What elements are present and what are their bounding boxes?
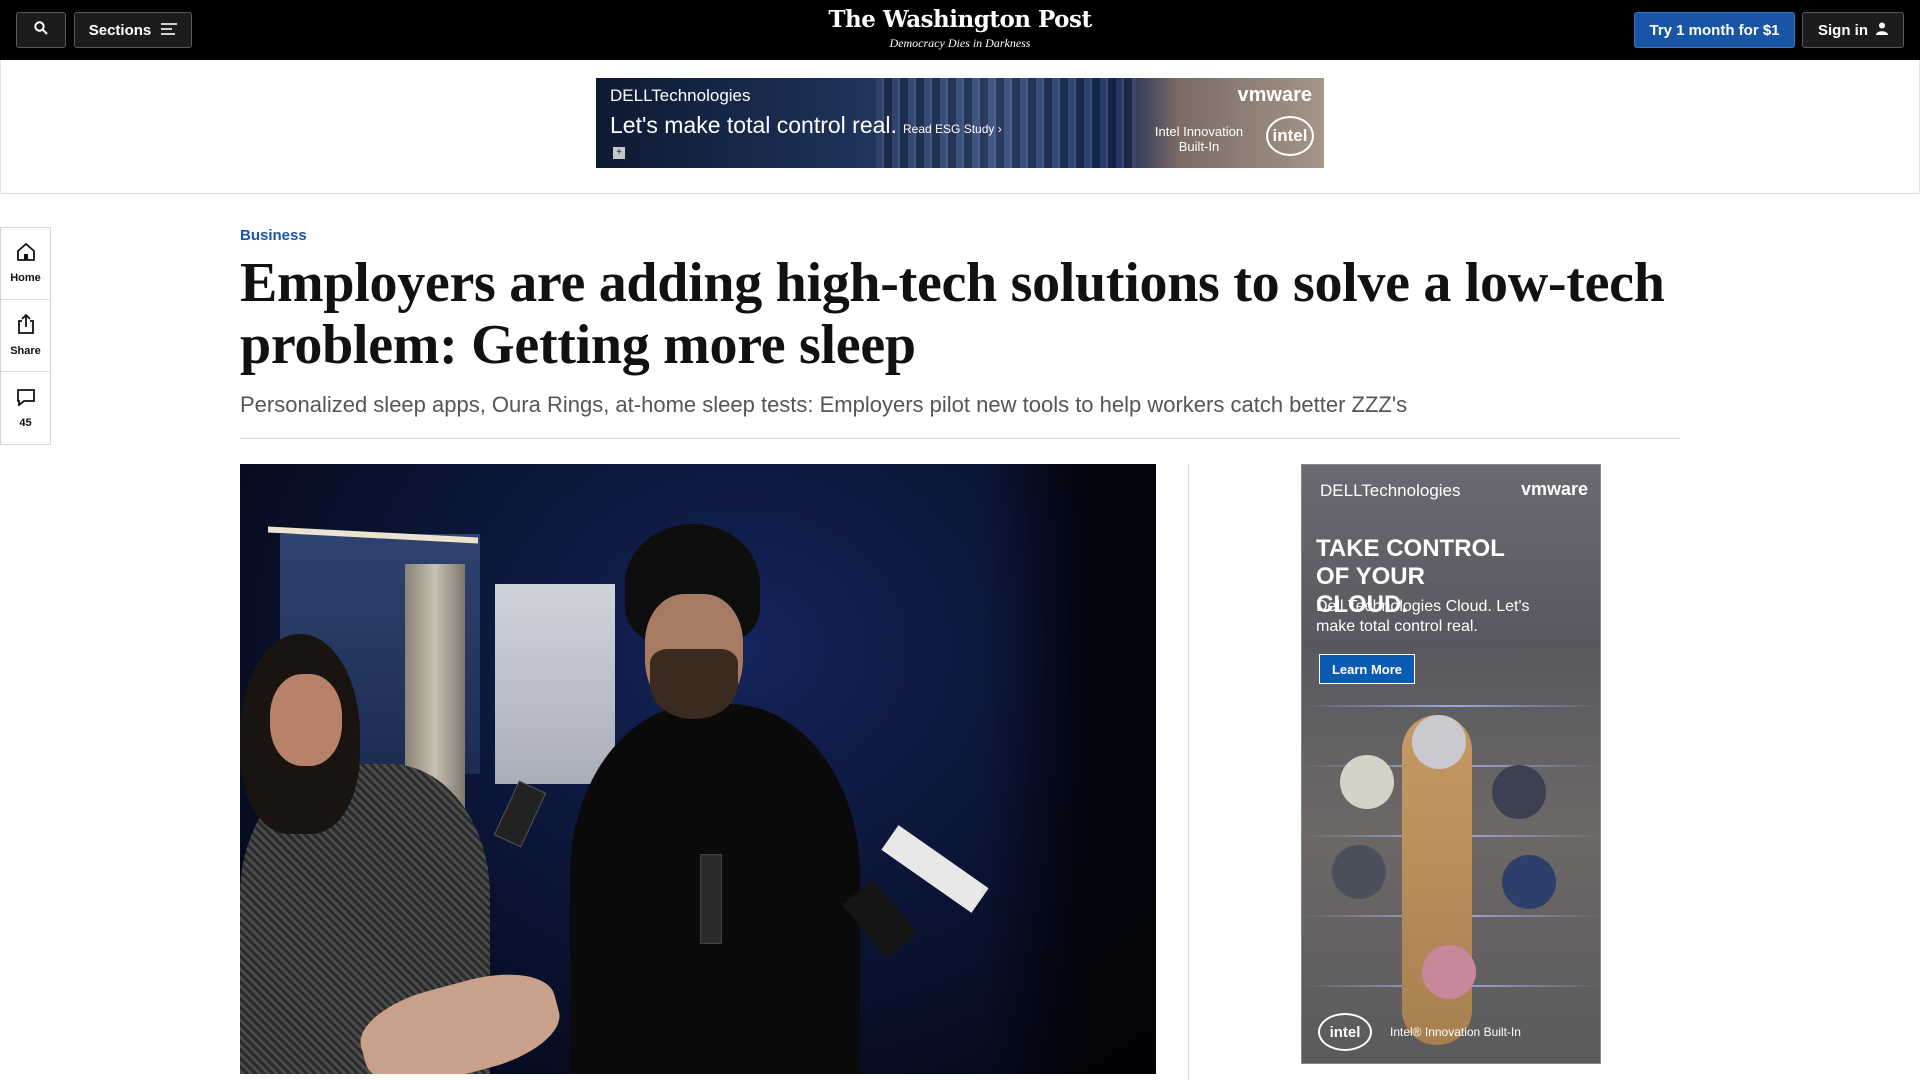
sign-in-label: Sign in [1818, 21, 1868, 39]
learn-more-button[interactable]: Learn More [1319, 654, 1415, 684]
subscribe-button[interactable]: Try 1 month for $1 [1634, 12, 1795, 48]
search-button[interactable] [16, 12, 66, 48]
home-icon [16, 242, 36, 266]
top-banner-ad[interactable]: DELLTechnologies Let's make total contro… [596, 78, 1324, 168]
left-rail: Home Share 45 [0, 227, 51, 445]
ad-cta-link[interactable]: Read ESG Study › [903, 122, 1002, 136]
side-ad-intel-logo: intel [1318, 1013, 1372, 1051]
side-ad[interactable]: DELLTechnologies vmware TAKE CONTROL OF … [1301, 464, 1601, 1064]
top-nav: Sections The Washington Post Democracy D… [0, 0, 1920, 60]
column-divider [1188, 464, 1189, 1080]
search-icon [34, 21, 48, 39]
comment-count: 45 [19, 416, 32, 429]
side-ad-brand: DELLTechnologies [1320, 481, 1461, 500]
ad-partner-logo: vmware [1237, 84, 1313, 106]
tagline: Democracy Dies in Darkness [889, 36, 1031, 50]
section-kicker[interactable]: Business [240, 227, 307, 244]
rail-share-label: Share [10, 345, 41, 357]
side-ad-intel-text: Intel® Innovation Built-In [1390, 1025, 1521, 1039]
sign-in-button[interactable]: Sign in [1802, 12, 1904, 48]
sections-button[interactable]: Sections [74, 12, 192, 48]
rail-comments[interactable]: 45 [1, 372, 50, 444]
article-headline: Employers are adding high-tech solutions… [240, 252, 1665, 376]
rail-share[interactable]: Share [1, 300, 50, 372]
sections-label: Sections [88, 21, 152, 39]
ad-intel-text: Intel Innovation Built-In [1154, 124, 1244, 154]
hero-image [240, 464, 1156, 1074]
intel-logo: intel [1266, 116, 1314, 156]
header-divider [240, 438, 1680, 439]
rail-home-label: Home [10, 272, 41, 284]
ad-brand: DELLTechnologies [610, 86, 751, 105]
side-ad-partner: vmware [1520, 479, 1588, 499]
share-icon [17, 313, 35, 339]
ad-choices-icon[interactable]: + [613, 147, 625, 159]
user-icon [1876, 22, 1888, 39]
comment-icon [16, 388, 36, 411]
hamburger-icon [161, 22, 178, 39]
article-subhead: Personalized sleep apps, Oura Rings, at-… [240, 392, 1408, 417]
side-ad-body: Dell Technologies Cloud. Let's make tota… [1316, 598, 1530, 635]
logo-text: The Washington Post [828, 6, 1092, 33]
ad-headline: Let's make total control real. [610, 112, 897, 138]
site-logo[interactable]: The Washington Post Democracy Dies in Da… [760, 6, 1160, 51]
rail-home[interactable]: Home [1, 228, 50, 300]
